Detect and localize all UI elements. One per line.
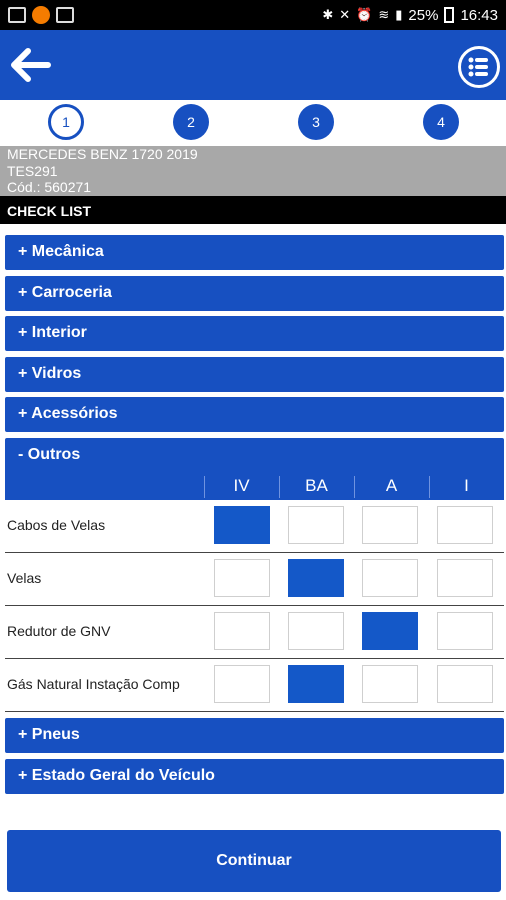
sim-card-icon: [8, 7, 26, 23]
option-ba[interactable]: [288, 506, 344, 544]
notification-app-icon: [32, 6, 50, 24]
option-iv[interactable]: [214, 665, 270, 703]
category-mecanica[interactable]: + Mecânica: [5, 235, 504, 270]
menu-button[interactable]: [458, 46, 500, 88]
option-i[interactable]: [437, 559, 493, 597]
category-interior[interactable]: + Interior: [5, 316, 504, 351]
image-icon: [56, 7, 74, 23]
mute-icon: ✕: [339, 7, 351, 23]
column-header-spacer: [5, 472, 204, 500]
option-a[interactable]: [362, 559, 418, 597]
column-divider: [204, 476, 205, 498]
row-label-velas: Velas: [7, 570, 42, 586]
arrow-left-icon: [11, 48, 51, 82]
option-ba[interactable]: [288, 559, 344, 597]
category-acessorios[interactable]: + Acessórios: [5, 397, 504, 432]
row-label-cabos-de-velas: Cabos de Velas: [7, 517, 106, 533]
status-right: ✱ ✕ ⏰ ≋ ▮ 25% 16:43: [322, 7, 498, 24]
row-divider: [5, 658, 504, 659]
option-i[interactable]: [437, 612, 493, 650]
column-divider: [354, 476, 355, 498]
back-button[interactable]: [8, 44, 52, 86]
alarm-icon: ⏰: [356, 7, 373, 23]
row-divider: [5, 605, 504, 606]
continue-button[interactable]: Continuar: [7, 830, 501, 892]
step-indicator: 1 2 3 4: [0, 100, 506, 146]
category-outros[interactable]: - Outros: [5, 438, 504, 474]
option-i[interactable]: [437, 506, 493, 544]
option-a[interactable]: [362, 665, 418, 703]
column-header-ba: BA: [279, 472, 354, 500]
vehicle-model: MERCEDES BENZ 1720 2019: [7, 146, 198, 162]
step-3[interactable]: 3: [298, 104, 334, 140]
row-label-redutor-de-gnv: Redutor de GNV: [7, 623, 111, 639]
column-divider: [429, 476, 430, 498]
option-ba[interactable]: [288, 665, 344, 703]
category-pneus[interactable]: + Pneus: [5, 718, 504, 753]
step-4[interactable]: 4: [423, 104, 459, 140]
list-menu-icon: [468, 57, 488, 77]
option-iv[interactable]: [214, 559, 270, 597]
column-divider: [279, 476, 280, 498]
checklist-title: CHECK LIST: [0, 196, 506, 224]
vehicle-info: MERCEDES BENZ 1720 2019 TES291 Cód.: 560…: [0, 146, 506, 196]
category-estado-geral[interactable]: + Estado Geral do Veículo: [5, 759, 504, 794]
option-iv[interactable]: [214, 506, 270, 544]
option-iv[interactable]: [214, 612, 270, 650]
column-header-a: A: [354, 472, 429, 500]
row-divider: [5, 711, 504, 712]
column-header-i: I: [429, 472, 504, 500]
battery-percent: 25%: [408, 6, 439, 24]
step-2[interactable]: 2: [173, 104, 209, 140]
step-1[interactable]: 1: [48, 104, 84, 140]
option-i[interactable]: [437, 665, 493, 703]
wifi-icon: ≋: [378, 7, 390, 23]
clock: 16:43: [460, 6, 498, 24]
row-label-gas-natural: Gás Natural Instação Comp: [7, 676, 180, 692]
column-header-iv: IV: [204, 472, 279, 500]
option-ba[interactable]: [288, 612, 344, 650]
app-bar: [0, 30, 506, 100]
signal-icon: ▮: [395, 7, 403, 23]
option-a[interactable]: [362, 506, 418, 544]
option-a[interactable]: [362, 612, 418, 650]
vehicle-plate: TES291: [7, 162, 58, 179]
status-left: [8, 6, 74, 24]
vehicle-code: Cód.: 560271: [7, 179, 92, 195]
status-bar: ✱ ✕ ⏰ ≋ ▮ 25% 16:43: [0, 0, 506, 30]
row-divider: [5, 552, 504, 553]
category-vidros[interactable]: + Vidros: [5, 357, 504, 392]
category-carroceria[interactable]: + Carroceria: [5, 276, 504, 311]
bluetooth-icon: ✱: [322, 7, 334, 23]
battery-icon: [444, 7, 455, 23]
